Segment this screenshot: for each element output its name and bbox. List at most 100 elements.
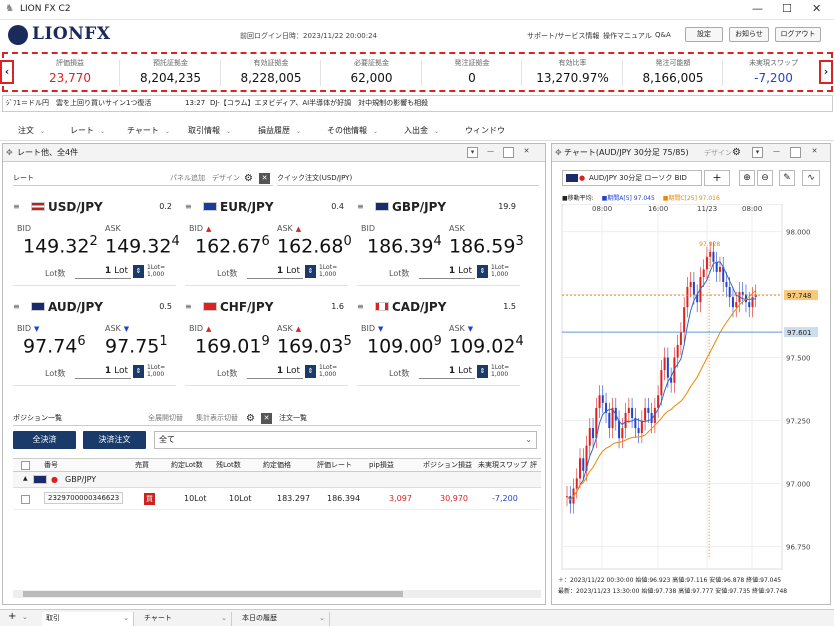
support-link[interactable]: サポート/サービス情報 bbox=[527, 31, 599, 41]
menu-item[interactable]: チャート ⌄ bbox=[127, 125, 170, 136]
lot-stepper[interactable]: ⇕ bbox=[477, 365, 488, 378]
lot-stepper[interactable]: ⇕ bbox=[133, 365, 144, 378]
maximize-panel-icon[interactable] bbox=[503, 147, 514, 158]
menu-item[interactable]: 注文 ⌄ bbox=[18, 125, 45, 136]
position-group-row[interactable]: ▲ ● GBP/JPY bbox=[13, 472, 541, 488]
panel-menu-icon[interactable]: ▾ bbox=[467, 147, 478, 158]
summary-next-button[interactable]: › bbox=[819, 60, 833, 84]
menu-item[interactable]: 損益履歴 ⌄ bbox=[258, 125, 301, 136]
lot-stepper[interactable]: ⇕ bbox=[477, 265, 488, 278]
close-button[interactable]: ✕ bbox=[812, 2, 821, 15]
summary-prev-button[interactable]: ‹ bbox=[0, 60, 14, 84]
hamburger-icon[interactable]: ≡ bbox=[13, 202, 20, 211]
hamburger-icon[interactable]: ≡ bbox=[357, 302, 364, 311]
expand-toggle[interactable]: 全展開切替 bbox=[148, 412, 183, 425]
ask-price[interactable]: 162.680 bbox=[277, 234, 352, 257]
zoom-in-icon[interactable]: ⊕ bbox=[739, 170, 755, 186]
draw-pen-icon[interactable]: ✎ bbox=[779, 170, 795, 186]
lot-input[interactable]: 1 Lot bbox=[75, 366, 131, 379]
chevron-down-icon[interactable]: ⌄ bbox=[22, 613, 28, 621]
panel-add-link[interactable]: パネル追加 bbox=[170, 172, 205, 185]
lot-stepper[interactable]: ⇕ bbox=[305, 365, 316, 378]
gear-icon[interactable]: ⚙ bbox=[246, 412, 255, 425]
design-link[interactable]: デザイン bbox=[212, 172, 240, 185]
settle-order-button[interactable]: 決済注文 bbox=[83, 431, 146, 449]
aggregate-toggle[interactable]: 集計表示切替 bbox=[196, 412, 238, 425]
hamburger-icon[interactable]: ≡ bbox=[357, 202, 364, 211]
collapse-icon[interactable]: ▲ bbox=[23, 475, 28, 482]
logout-button[interactable]: ログアウト bbox=[775, 27, 821, 42]
panel-menu-icon[interactable]: ▾ bbox=[752, 147, 763, 158]
ask-price[interactable]: 149.324 bbox=[105, 234, 180, 257]
tab-trading[interactable]: 取引 ⌄ bbox=[42, 612, 134, 626]
qa-link[interactable]: Q&A bbox=[655, 31, 671, 39]
order-list-tab[interactable]: 注文一覧 bbox=[279, 412, 307, 425]
gear-icon[interactable]: ⚙ bbox=[732, 144, 741, 162]
notice-button[interactable]: お知らせ bbox=[729, 27, 769, 42]
tab-chart[interactable]: チャート ⌄ bbox=[140, 612, 232, 626]
menu-item[interactable]: レート ⌄ bbox=[70, 125, 105, 136]
rate-card-usd-jpy[interactable]: ≡ USD/JPY 0.2 BID ASK 149.322 149.324 Lot数 1 Lot ⇕… bbox=[13, 196, 180, 286]
indicator-icon[interactable]: ∿ bbox=[802, 170, 820, 186]
manual-link[interactable]: 操作マニュアル bbox=[603, 31, 652, 41]
quick-order-tab[interactable]: クイック注文(USD/JPY) bbox=[277, 172, 539, 186]
lot-stepper[interactable]: ⇕ bbox=[305, 265, 316, 278]
zoom-out-icon[interactable]: ⊖ bbox=[757, 170, 773, 186]
gear-icon[interactable]: ⚙ bbox=[244, 172, 253, 185]
ask-price[interactable]: 169.035 bbox=[277, 334, 352, 357]
add-tab-icon[interactable]: + bbox=[8, 611, 16, 622]
hamburger-icon[interactable]: ≡ bbox=[13, 302, 20, 311]
ask-price[interactable]: 186.593 bbox=[449, 234, 524, 257]
bid-price[interactable]: 109.009 bbox=[367, 334, 442, 357]
minimize-panel-icon[interactable]: — bbox=[485, 147, 496, 158]
bid-price[interactable]: 169.019 bbox=[195, 334, 270, 357]
close-x-icon[interactable]: ✕ bbox=[259, 173, 270, 184]
bid-price[interactable]: 162.676 bbox=[195, 234, 270, 257]
rate-card-eur-jpy[interactable]: ≡ EUR/JPY 0.4 BID ▲ ASK ▲ 162.676 162.680 Lot数 1 Lo… bbox=[185, 196, 352, 286]
lot-input[interactable]: 1 Lot bbox=[419, 266, 475, 279]
move-handle-icon[interactable]: ✥ bbox=[555, 144, 562, 162]
crosshair-tool[interactable]: + bbox=[704, 170, 730, 186]
close-panel-icon[interactable]: ✕ bbox=[809, 147, 820, 158]
symbol-select[interactable]: ● AUD/JPY 30分足 ローソク BID bbox=[562, 170, 702, 186]
tab-today-history[interactable]: 本日の履歴 ⌄ bbox=[238, 612, 330, 626]
settings-button[interactable]: 設定 bbox=[685, 27, 723, 42]
lot-input[interactable]: 1 Lot bbox=[247, 266, 303, 279]
bid-price[interactable]: 186.394 bbox=[367, 234, 442, 257]
lot-input[interactable]: 1 Lot bbox=[247, 366, 303, 379]
ask-price[interactable]: 97.751 bbox=[105, 334, 168, 357]
minimize-button[interactable]: — bbox=[752, 2, 763, 15]
maximize-panel-icon[interactable] bbox=[790, 147, 801, 158]
chart-design-link[interactable]: デザイン bbox=[704, 144, 732, 162]
rate-card-gbp-jpy[interactable]: ≡ GBP/JPY 19.9 BID ASK 186.394 186.593 Lot数 1 Lot… bbox=[357, 196, 524, 286]
candlestick-chart[interactable]: 98.00097.75097.50097.25097.00096.75008:0… bbox=[552, 204, 830, 584]
select-all-checkbox[interactable] bbox=[21, 461, 30, 470]
hamburger-icon[interactable]: ≡ bbox=[185, 302, 192, 311]
horizontal-scrollbar[interactable] bbox=[13, 590, 541, 598]
move-handle-icon[interactable]: ✥ bbox=[6, 144, 13, 162]
bid-price[interactable]: 149.322 bbox=[23, 234, 98, 257]
bid-price[interactable]: 97.746 bbox=[23, 334, 86, 357]
position-id[interactable]: 2329700000346623 bbox=[44, 492, 124, 504]
menu-item[interactable]: 入出金 ⌄ bbox=[404, 125, 439, 136]
rate-card-chf-jpy[interactable]: ≡ CHF/JPY 1.6 BID ▲ ASK ▲ 169.019 169.035 Lot数 1 Lo… bbox=[185, 296, 352, 386]
scrollbar-thumb[interactable] bbox=[23, 591, 403, 597]
lot-stepper[interactable]: ⇕ bbox=[133, 265, 144, 278]
row-checkbox[interactable] bbox=[21, 495, 30, 504]
maximize-button[interactable]: ☐ bbox=[782, 2, 792, 15]
filter-select[interactable]: 全て ⌄ bbox=[154, 431, 537, 449]
minimize-panel-icon[interactable]: — bbox=[771, 147, 782, 158]
hamburger-icon[interactable]: ≡ bbox=[185, 202, 192, 211]
rate-card-cad-jpy[interactable]: ≡ CAD/JPY 1.5 BID ▼ ASK ▼ 109.009 109.024 Lot数 1 Lo… bbox=[357, 296, 524, 386]
ask-price[interactable]: 109.024 bbox=[449, 334, 524, 357]
rate-tab[interactable]: レート bbox=[13, 174, 34, 182]
news-ticker[interactable]: ｼﾞﾌ1＝ドル円 雲を上回り買いサイン1つ復活 13:27 DJ-【コラム】エヌ… bbox=[2, 95, 833, 112]
menu-item[interactable]: 取引情報 ⌄ bbox=[188, 125, 231, 136]
close-x-icon[interactable]: ✕ bbox=[261, 413, 272, 424]
lot-input[interactable]: 1 Lot bbox=[75, 266, 131, 279]
close-panel-icon[interactable]: ✕ bbox=[521, 147, 532, 158]
table-row[interactable]: 2329700000346623 買 10Lot 10Lot 183.297 1… bbox=[13, 490, 541, 510]
rate-card-aud-jpy[interactable]: ≡ AUD/JPY 0.5 BID ▼ ASK ▼ 97.746 97.751 Lot数 1 Lot ⇕… bbox=[13, 296, 176, 386]
settle-all-button[interactable]: 全決済 bbox=[13, 431, 76, 449]
menu-item[interactable]: ウィンドウ bbox=[465, 125, 505, 136]
